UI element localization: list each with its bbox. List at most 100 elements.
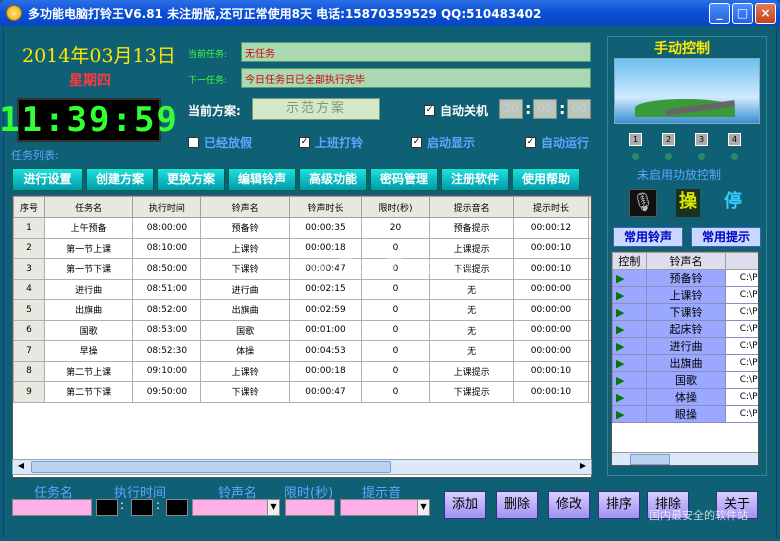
column-header[interactable]: 任务名 — [43, 196, 134, 218]
shutdown-second-field[interactable]: 00 — [567, 99, 591, 119]
help-button[interactable]: 使用帮助 — [512, 168, 580, 191]
chevron-down-icon[interactable]: ▼ — [417, 500, 429, 515]
auto-shutdown-checkbox[interactable]: ✓ 自动关机 — [424, 102, 488, 119]
manual-control-title: 手动控制 — [651, 38, 713, 58]
table-cell: 出旗曲 — [200, 299, 290, 321]
play-icon[interactable]: ▶ — [612, 303, 647, 321]
chevron-down-icon[interactable]: ▼ — [267, 500, 279, 515]
list-item[interactable]: ▶ 体操 C:\P — [612, 388, 758, 406]
column-header[interactable]: 执行时间 — [132, 196, 202, 218]
column-header[interactable]: 提示音名 — [428, 196, 515, 218]
column-header[interactable]: 星 — [587, 196, 591, 218]
amp-status: 未启用功放控制 — [637, 168, 722, 182]
table-row[interactable]: 1上午预备08:00:00预备铃00:00:3520预备提示00:00:12执 — [13, 217, 591, 239]
bell-list[interactable]: 控制 铃声名 ▶ 预备铃 C:\P ▶ 上课铃 C:\P ▶ 下课铃 C:\P ▶ 起床铃 C:\P ▶… — [611, 251, 759, 466]
advanced-button[interactable]: 高级功能 — [299, 168, 367, 191]
table-cell: 0 — [361, 278, 430, 300]
table-row[interactable]: 5出旗曲08:52:00出旗曲00:02:590无00:00:00执 — [13, 299, 591, 321]
table-cell: 00:01:00 — [288, 319, 363, 341]
holiday-checkbox[interactable]: 已经放假 — [188, 134, 252, 151]
create-scheme-button[interactable]: 创建方案 — [86, 168, 154, 191]
edit-bell-button[interactable]: 编辑铃声 — [228, 168, 296, 191]
column-header — [725, 252, 758, 270]
column-header[interactable]: 铃声时长 — [288, 196, 363, 218]
auto-run-checkbox[interactable]: ✓ 自动运行 — [525, 134, 589, 151]
delete-button[interactable]: 删除 — [496, 491, 538, 519]
task-grid[interactable]: 序号任务名执行时间铃声名铃声时长限时(秒)提示音名提示时长星 1上午预备08:0… — [12, 195, 592, 478]
bell-name: 上课铃 — [645, 286, 727, 304]
play-icon[interactable]: ▶ — [612, 337, 647, 355]
scrollbar-thumb[interactable] — [630, 454, 670, 465]
task-name-input[interactable] — [12, 499, 92, 516]
bell-path: C:\P — [725, 303, 758, 321]
settings-button[interactable]: 进行设置 — [12, 168, 83, 191]
play-icon[interactable]: ▶ — [612, 371, 647, 389]
tip-sound-select[interactable]: ▼ — [340, 499, 430, 516]
scroll-left-icon[interactable]: ◀ — [14, 461, 28, 473]
table-row[interactable]: 9第二节下课09:50:00下课铃00:00:470下课提示00:00:10执 — [13, 381, 591, 403]
minimize-button[interactable]: _ — [709, 2, 730, 24]
play-icon[interactable]: ▶ — [612, 354, 647, 372]
table-row[interactable]: 4进行曲08:51:00进行曲00:02:150无00:00:00执 — [13, 278, 591, 300]
list-item[interactable]: ▶ 下课铃 C:\P — [612, 303, 758, 321]
horizontal-scrollbar[interactable]: ◀ ▶ — [12, 459, 592, 475]
table-row[interactable]: 8第二节上课09:10:00上课铃00:00:180上课提示00:00:10执 — [13, 360, 591, 382]
table-cell: 上课提示 — [428, 360, 515, 382]
maximize-button[interactable]: □ — [732, 2, 753, 24]
channel-2-button[interactable]: 2 — [662, 133, 675, 146]
list-item[interactable]: ▶ 国歌 C:\P — [612, 371, 758, 389]
stop-button[interactable]: 停 — [719, 189, 747, 217]
add-button[interactable]: 添加 — [444, 491, 486, 519]
modify-button[interactable]: 修改 — [548, 491, 590, 519]
channel-1-button[interactable]: 1 — [629, 133, 642, 146]
channel-3-button[interactable]: 3 — [695, 133, 708, 146]
task-table: 序号任务名执行时间铃声名铃声时长限时(秒)提示音名提示时长星 1上午预备08:0… — [13, 196, 591, 403]
bell-path: C:\P — [725, 269, 758, 287]
channel-4-button[interactable]: 4 — [728, 133, 741, 146]
list-item[interactable]: ▶ 起床铃 C:\P — [612, 320, 758, 338]
work-bell-checkbox[interactable]: ✓ 上班打铃 — [299, 134, 363, 151]
list-item[interactable]: ▶ 进行曲 C:\P — [612, 337, 758, 355]
shutdown-hour-field[interactable]: 20 — [499, 99, 523, 119]
scrollbar-thumb[interactable] — [31, 461, 391, 473]
checkbox-check-icon: ✓ — [424, 105, 435, 116]
holiday-label: 已经放假 — [204, 136, 253, 150]
table-cell: 00:02:59 — [288, 299, 363, 321]
table-row[interactable]: 7早操08:52:30体操00:04:530无00:00:00不 — [13, 340, 591, 362]
play-icon[interactable]: ▶ — [612, 286, 647, 304]
change-scheme-button[interactable]: 更换方案 — [157, 168, 225, 191]
bell-list-scrollbar[interactable] — [612, 452, 758, 465]
common-tip-button[interactable]: 常用提示 — [691, 227, 761, 247]
channel-buttons: 1 2 3 4 — [629, 133, 741, 146]
column-header[interactable]: 序号 — [13, 196, 45, 218]
play-icon[interactable]: ▶ — [612, 405, 647, 423]
list-item[interactable]: ▶ 眼操 C:\P — [612, 405, 758, 423]
bell-name-select[interactable]: ▼ — [192, 499, 280, 516]
password-button[interactable]: 密码管理 — [370, 168, 438, 191]
register-button[interactable]: 注册软件 — [441, 168, 509, 191]
common-bell-button[interactable]: 常用铃声 — [613, 227, 683, 247]
second-input[interactable] — [166, 499, 188, 516]
list-item[interactable]: ▶ 预备铃 C:\P — [612, 269, 758, 287]
bell-name: 下课铃 — [645, 303, 727, 321]
play-icon[interactable]: ▶ — [612, 388, 647, 406]
play-icon[interactable]: ▶ — [612, 320, 647, 338]
close-button[interactable]: × — [755, 2, 776, 24]
play-icon[interactable]: ▶ — [612, 269, 647, 287]
column-header[interactable]: 提示时长 — [513, 196, 589, 218]
microphone-icon[interactable]: 🎙 — [629, 189, 657, 217]
list-item[interactable]: ▶ 出旗曲 C:\P — [612, 354, 758, 372]
column-header[interactable]: 铃声名 — [200, 196, 290, 218]
table-row[interactable]: 6国歌08:53:00国歌00:01:000无00:00:00执 — [13, 319, 591, 341]
minute-input[interactable] — [131, 499, 153, 516]
shutdown-minute-field[interactable]: 00 — [533, 99, 557, 119]
scroll-right-icon[interactable]: ▶ — [576, 461, 590, 473]
limit-input[interactable] — [285, 499, 335, 516]
show-on-start-checkbox[interactable]: ✓ 启动显示 — [411, 134, 475, 151]
list-item[interactable]: ▶ 上课铃 C:\P — [612, 286, 758, 304]
scheme-label: 当前方案: — [188, 104, 241, 118]
hour-input[interactable] — [96, 499, 118, 516]
column-header[interactable]: 限时(秒) — [361, 196, 430, 218]
sort-button[interactable]: 排序 — [598, 491, 640, 519]
operate-button[interactable]: 操 — [676, 189, 700, 217]
